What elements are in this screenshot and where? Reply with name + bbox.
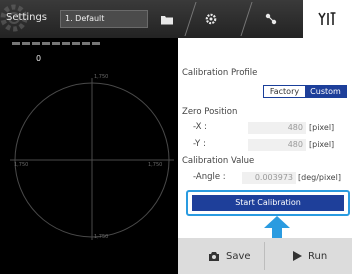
tick-label-bottom: 1,750 [94, 234, 109, 240]
calibration-value-label: Calibration Value [182, 156, 255, 166]
status-bars [12, 42, 100, 45]
angle-value-field[interactable]: 0.003973 [242, 172, 296, 184]
tab-calibration[interactable] [303, 0, 352, 38]
save-label: Save [226, 250, 251, 262]
start-calibration-highlight: Start Calibration [186, 190, 350, 216]
page-title: Settings [6, 12, 48, 23]
tab-divider [240, 2, 253, 36]
run-label: Run [308, 250, 328, 262]
tick-label-left: 1,750 [14, 162, 29, 168]
profile-toggle: Factory Custom [263, 85, 347, 98]
calibration-icon [318, 12, 336, 25]
angle-label: -Angle : [193, 172, 226, 182]
app-window: Settings 1. Default 0 1,750 1,750 1,750 … [0, 0, 352, 274]
settings-profile-select[interactable]: 1. Default [60, 10, 148, 28]
y-unit: [pixel] [309, 140, 335, 149]
profile-option-factory[interactable]: Factory [264, 86, 305, 97]
zero-position-label: Zero Position [182, 107, 238, 117]
x-unit: [pixel] [309, 123, 335, 132]
y-value-field[interactable]: 480 [248, 139, 306, 151]
tab-divider [184, 2, 197, 36]
x-value-field[interactable]: 480 [248, 122, 306, 134]
start-calibration-button[interactable]: Start Calibration [192, 195, 344, 211]
tick-label-top: 1,750 [94, 74, 109, 80]
arrow-up-icon [264, 216, 290, 238]
top-bar: Settings 1. Default [0, 0, 352, 38]
object-count: 0 [36, 54, 42, 63]
gear-icon[interactable] [196, 0, 226, 38]
y-label: -Y : [193, 139, 206, 149]
calibration-profile-label: Calibration Profile [182, 68, 258, 78]
tick-label-right: 1,750 [148, 162, 163, 168]
folder-icon[interactable] [156, 0, 178, 38]
footer-divider [264, 242, 265, 270]
x-label: -X : [193, 122, 208, 132]
save-icon [209, 252, 219, 261]
calibration-crosshair [10, 78, 174, 240]
view-header [12, 42, 100, 45]
profile-option-custom[interactable]: Custom [305, 86, 346, 97]
calibration-panel: Calibration Profile Factory Custom Zero … [178, 38, 352, 274]
camera-view[interactable]: 0 1,750 1,750 1,750 1,750 [0, 38, 178, 274]
network-icon[interactable] [254, 0, 288, 38]
save-button[interactable]: Save [208, 238, 251, 274]
angle-unit: [deg/pixel] [298, 173, 341, 182]
bottom-bar: Save Run [178, 238, 352, 274]
play-icon [293, 251, 302, 261]
run-button[interactable]: Run [292, 238, 327, 274]
